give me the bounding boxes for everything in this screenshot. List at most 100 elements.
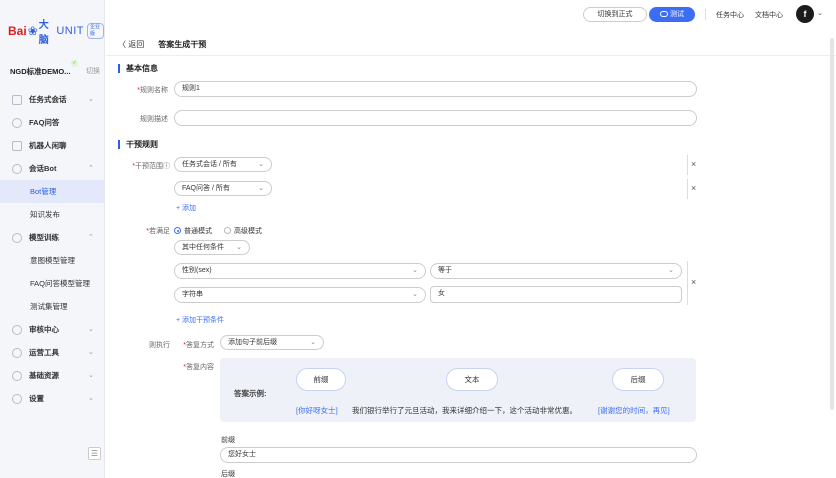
brand-logo[interactable]: Bai ❀ 大脑 UNIT 企业版 — [8, 20, 104, 46]
sidebar-item-settings[interactable]: 设置 ⌄ — [0, 387, 104, 410]
add-scope-button[interactable]: + 添加 — [176, 203, 196, 213]
chevron-down-icon: ⌄ — [412, 267, 418, 274]
remove-scope-2-icon[interactable]: × — [691, 183, 696, 193]
brand-unit: UNIT — [56, 25, 85, 37]
training-icon — [12, 232, 22, 243]
row-divider — [687, 261, 688, 305]
help-icon: ⓘ — [163, 163, 170, 170]
sidebar-item-review[interactable]: 审核中心 ⌄ — [0, 318, 104, 341]
doc-center-link[interactable]: 文档中心 — [755, 10, 783, 20]
page-scrollbar[interactable] — [830, 38, 834, 410]
text-bubble: 文本 — [446, 368, 498, 391]
row-divider — [687, 179, 688, 199]
sidebar-item-bot-manage[interactable]: Bot管理 — [0, 180, 104, 203]
sidebar-item-faq[interactable]: FAQ问答 — [0, 111, 104, 134]
switch-formal-button[interactable]: 切换到正式 — [583, 7, 647, 22]
condition-op-select-1[interactable]: 等于 ⌄ — [430, 263, 682, 279]
answer-example-box: 答案示例: 前缀 文本 后缀 [你好呀女士] 我们银行举行了元旦活动，我来详细介… — [220, 358, 696, 422]
remove-scope-1-icon[interactable]: × — [691, 159, 696, 169]
chevron-down-icon: ⌄ — [88, 372, 94, 379]
rule-desc-input[interactable] — [174, 110, 697, 126]
header-divider — [705, 9, 706, 20]
chevron-down-icon: ⌄ — [258, 161, 264, 168]
radio-checked-icon — [174, 227, 181, 234]
chevron-up-icon: ⌃ — [88, 165, 94, 172]
chevron-down-icon: ⌄ — [310, 339, 316, 346]
task-icon — [12, 94, 22, 105]
resources-icon — [12, 370, 22, 381]
rule-name-label: *规则名称 — [137, 87, 168, 94]
back-link[interactable]: 〈 返回 — [118, 39, 144, 50]
chevron-down-icon[interactable]: ⌄ — [817, 9, 823, 17]
sidebar-item-chitchat[interactable]: 机器人闲聊 — [0, 134, 104, 157]
sidebar-menu: 任务式会话 ⌄ FAQ问答 机器人闲聊 会话Bot ⌃ Bot管理 知识发布 模… — [0, 88, 104, 410]
tools-icon — [12, 347, 22, 358]
sidebar-item-testset[interactable]: 测试集管理 — [0, 295, 104, 318]
sidebar-item-faq-model[interactable]: FAQ问答模型管理 — [0, 272, 104, 295]
breadcrumb: 〈 返回 答案生成干预 — [118, 39, 206, 50]
brand-bai: Bai — [8, 24, 27, 38]
brand-du: 大脑 — [38, 20, 49, 46]
sidebar: Bai ❀ 大脑 UNIT 企业版 NGD标准DEMO... ✓ 切换 任务式会… — [0, 0, 105, 478]
remove-condition-icon[interactable]: × — [691, 277, 696, 287]
gear-icon — [12, 393, 22, 404]
top-header: 切换到正式 测试 任务中心 文档中心 f ⌄ — [105, 0, 836, 30]
bot-name: NGD标准DEMO... — [10, 66, 71, 76]
bot-selector[interactable]: NGD标准DEMO... ✓ 切换 — [10, 60, 100, 78]
chevron-up-icon: ⌃ — [88, 234, 94, 241]
scope-label: *干预范围ⓘ — [132, 163, 170, 170]
collapse-sidebar-icon[interactable]: ☰ — [88, 447, 101, 460]
chat-icon — [12, 140, 22, 151]
sidebar-item-ops-tools[interactable]: 运营工具 ⌄ — [0, 341, 104, 364]
page-title: 答案生成干预 — [158, 40, 207, 49]
sidebar-item-dialog-bot[interactable]: 会话Bot ⌃ — [0, 157, 104, 180]
prefix-input[interactable]: 您好女士 — [220, 447, 697, 463]
paw-icon: ❀ — [27, 24, 38, 38]
condition-label: *若满足 — [146, 228, 170, 235]
switch-bot-link[interactable]: 切换 — [86, 66, 100, 76]
chat-bubble-icon — [660, 11, 668, 17]
section-title-intervene: 干预规则 — [118, 140, 158, 149]
mode-normal-radio[interactable]: 普通模式 — [174, 226, 212, 236]
chevron-down-icon: ⌄ — [88, 326, 94, 333]
section-title-basic: 基本信息 — [118, 64, 158, 73]
edition-badge: 企业版 — [87, 23, 104, 39]
scope-select-1[interactable]: 任务式会话 / 所有 ⌄ — [174, 157, 272, 172]
prefix-label: 前缀 — [221, 437, 235, 444]
chevron-down-icon: ⌄ — [88, 395, 94, 402]
divider — [106, 55, 836, 56]
chevron-down-icon: ⌄ — [88, 349, 94, 356]
test-button[interactable]: 测试 — [649, 7, 695, 22]
add-condition-button[interactable]: + 添加干预条件 — [176, 315, 224, 325]
condition-field-select-1[interactable]: 性别(sex) ⌄ — [174, 263, 426, 279]
sidebar-item-intent-model[interactable]: 意图模型管理 — [0, 249, 104, 272]
row-divider — [687, 155, 688, 175]
condition-value-input-2[interactable]: 女 — [430, 286, 682, 303]
scope-select-2[interactable]: FAQ问答 / 所有 ⌄ — [174, 181, 272, 196]
bot-icon — [12, 163, 22, 174]
mode-advanced-radio[interactable]: 高级模式 — [224, 226, 262, 236]
sidebar-item-model-training[interactable]: 模型训练 ⌃ — [0, 226, 104, 249]
chevron-down-icon: ⌄ — [236, 244, 242, 251]
sidebar-item-task-dialog[interactable]: 任务式会话 ⌄ — [0, 88, 104, 111]
chevron-down-icon: ⌄ — [668, 267, 674, 274]
chevron-down-icon: ⌄ — [88, 96, 94, 103]
sidebar-item-resources[interactable]: 基础资源 ⌄ — [0, 364, 104, 387]
match-select[interactable]: 其中任何条件 ⌄ — [174, 240, 250, 255]
rule-name-input[interactable]: 规则1 — [174, 81, 697, 97]
condition-type-select-2[interactable]: 字符串 ⌄ — [174, 287, 426, 303]
reply-mode-label: *答复方式 — [183, 342, 214, 349]
task-center-link[interactable]: 任务中心 — [716, 10, 744, 20]
example-suffix-text: [谢谢您的时间，再见] — [598, 406, 670, 415]
suffix-bubble: 后缀 — [612, 368, 664, 391]
avatar[interactable]: f — [796, 5, 814, 23]
chevron-down-icon: ⌄ — [258, 185, 264, 192]
reply-mode-select[interactable]: 添加句子前后缀 ⌄ — [220, 335, 324, 350]
chevron-down-icon: ⌄ — [412, 291, 418, 298]
prefix-bubble: 前缀 — [296, 368, 346, 391]
check-icon: ✓ — [71, 60, 78, 67]
test-button-label: 测试 — [670, 11, 684, 18]
then-label: 则执行 — [149, 342, 170, 349]
radio-unchecked-icon — [224, 227, 231, 234]
sidebar-item-knowledge-publish[interactable]: 知识发布 — [0, 203, 104, 226]
